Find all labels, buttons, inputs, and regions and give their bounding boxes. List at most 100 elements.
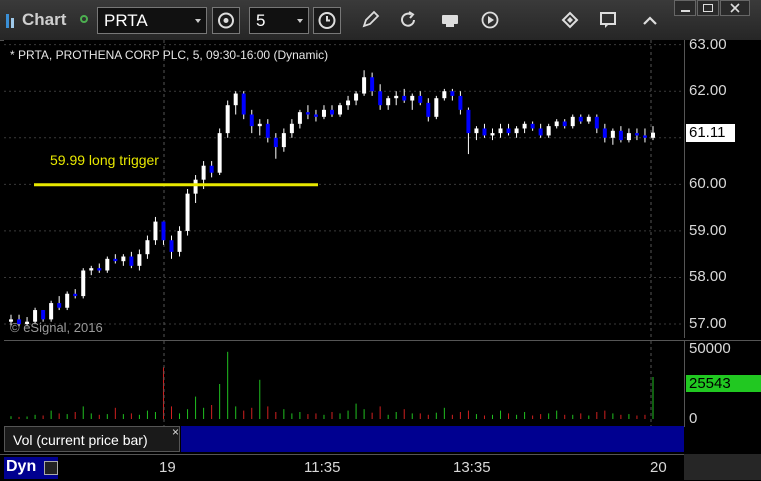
close-window-button[interactable] <box>720 0 750 16</box>
candle-body <box>514 128 519 134</box>
candle-body <box>370 77 375 92</box>
candle-body <box>450 91 455 96</box>
candle-body <box>65 293 70 308</box>
symbol-input[interactable]: PRTA <box>97 7 207 34</box>
candle-body <box>177 230 182 252</box>
corner-panel <box>684 454 761 480</box>
candle-body <box>81 270 86 297</box>
candle-body <box>474 128 479 134</box>
candle-body <box>562 121 567 127</box>
candle-body <box>530 123 535 129</box>
chart-window: Chart PRTA 5 * PRTA, PROTHENA CORP PLC, … <box>0 0 761 481</box>
comment-icon[interactable] <box>598 10 618 30</box>
candle-body <box>265 123 270 138</box>
candle-body <box>225 105 230 134</box>
price-tick-label: 62.00 <box>689 82 727 100</box>
chart-title: * PRTA, PROTHENA CORP PLC, 5, 09:30-16:0… <box>10 48 329 62</box>
candle-body <box>97 268 102 271</box>
candle-body <box>434 98 439 117</box>
candle-body <box>410 95 415 101</box>
candle-body <box>113 258 118 262</box>
candle-body <box>570 116 575 127</box>
candle-body <box>169 240 174 252</box>
volume-study-label[interactable]: Vol (current price bar) <box>4 426 180 452</box>
candle-body <box>386 98 391 106</box>
interval-input[interactable]: 5 <box>249 7 309 34</box>
link-icon[interactable] <box>560 10 580 30</box>
candle-body <box>129 256 134 266</box>
app-title: Chart <box>22 10 67 29</box>
price-chart[interactable] <box>4 40 684 338</box>
candle-body <box>634 133 639 136</box>
replay-icon[interactable] <box>480 10 500 30</box>
candle-body <box>185 193 190 231</box>
interval-dropdown-icon[interactable] <box>297 19 303 23</box>
candle-body <box>73 293 78 297</box>
candle-body <box>498 128 503 134</box>
candle-body <box>161 221 166 241</box>
price-pane[interactable]: * PRTA, PROTHENA CORP PLC, 5, 09:30-16:0… <box>4 40 684 338</box>
time-label: 19 <box>159 459 176 476</box>
volume-axis[interactable]: 50000 0 25543 <box>684 340 761 427</box>
dynamic-mode-button[interactable]: Dyn <box>4 457 58 479</box>
price-axis[interactable]: 63.0062.0061.0060.0059.0058.0057.0061.11 <box>684 36 761 338</box>
study-bar <box>181 426 684 452</box>
interval-value: 5 <box>256 11 266 30</box>
symbol-dropdown-icon[interactable] <box>195 19 201 23</box>
candle-body <box>257 123 262 127</box>
mode-label: Dyn <box>6 458 37 475</box>
close-icon <box>730 3 740 13</box>
minimize-button[interactable] <box>674 0 696 16</box>
candle-body <box>426 102 431 117</box>
candle-body <box>402 95 407 101</box>
candle-body <box>378 91 383 106</box>
volume-tick-label: 0 <box>689 410 698 427</box>
maximize-button[interactable] <box>697 0 719 16</box>
candle-body <box>153 221 158 241</box>
volume-chart[interactable] <box>4 341 684 427</box>
candle-body <box>394 95 399 99</box>
refresh-icon[interactable] <box>398 10 418 30</box>
candle-body <box>41 310 46 320</box>
trigger-annotation[interactable]: 59.99 long trigger <box>50 152 159 168</box>
candle-body <box>490 133 495 136</box>
collapse-icon[interactable] <box>640 10 660 30</box>
minimize-icon <box>681 10 690 12</box>
time-template-button[interactable] <box>313 7 341 34</box>
candle-body <box>305 112 310 115</box>
link-status-icon[interactable] <box>80 15 88 23</box>
candle-body <box>354 93 359 101</box>
candle-body <box>145 240 150 255</box>
candle-body <box>522 123 527 129</box>
candle-body <box>321 109 326 117</box>
candle-body <box>362 77 367 94</box>
quote-icon[interactable] <box>440 10 460 30</box>
price-tick-label: 58.00 <box>689 268 727 286</box>
time-label: 20 <box>650 459 667 476</box>
candle-body <box>554 121 559 127</box>
candle-body <box>217 133 222 173</box>
candle-body <box>618 130 623 141</box>
lock-icon[interactable] <box>44 461 58 475</box>
candle-body <box>297 112 302 124</box>
candle-body <box>201 165 206 180</box>
candle-body <box>289 123 294 134</box>
candle-body <box>442 91 447 99</box>
current-price-label: 61.11 <box>686 123 735 142</box>
remove-study-button[interactable]: × <box>172 425 179 439</box>
candle-body <box>313 114 318 117</box>
candle-body <box>57 303 62 308</box>
volume-pane[interactable] <box>4 340 684 427</box>
candle-body <box>273 137 278 148</box>
time-label: 13:35 <box>453 459 491 476</box>
symbol-settings-button[interactable] <box>212 7 240 34</box>
candle-body <box>137 254 142 266</box>
candle-body <box>338 105 343 115</box>
time-axis[interactable]: Dyn 19 11:35 13:35 20 <box>0 454 761 481</box>
pencil-icon[interactable] <box>360 10 380 30</box>
candle-body <box>610 130 615 138</box>
symbol-value: PRTA <box>104 11 148 30</box>
candle-body <box>594 116 599 129</box>
candle-body <box>538 128 543 136</box>
candle-body <box>578 116 583 122</box>
